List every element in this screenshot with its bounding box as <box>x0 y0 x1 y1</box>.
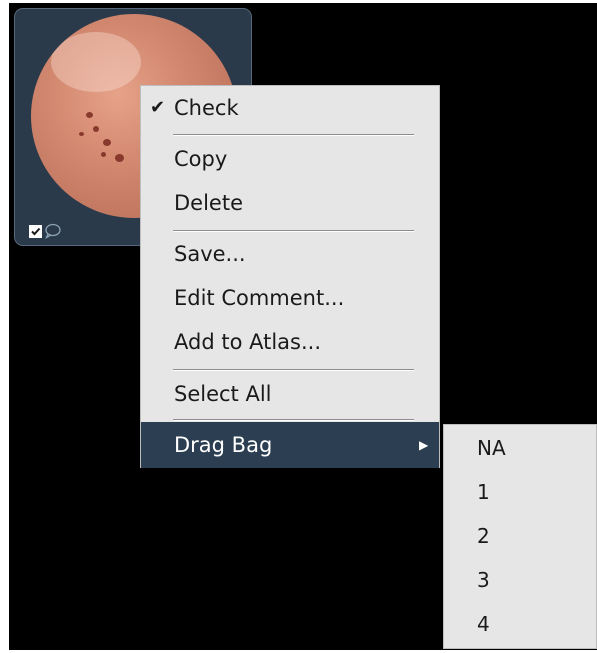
submenu-item-label: NA <box>477 436 506 460</box>
menu-item-label: Add to Atlas... <box>174 330 321 354</box>
comment-bubble-icon[interactable] <box>44 223 62 239</box>
context-menu: ✔ Check Copy Delete Save... Edit Comment… <box>140 85 440 468</box>
menu-item-label: Delete <box>174 191 243 215</box>
menu-item-select-all[interactable]: Select All <box>141 375 439 413</box>
menu-item-copy[interactable]: Copy <box>141 140 439 178</box>
drag-bag-submenu: NA 1 2 3 4 <box>443 424 597 649</box>
menu-item-drag-bag[interactable]: Drag Bag ▶ <box>141 422 439 468</box>
checkmark-icon: ✔ <box>150 97 166 118</box>
menu-item-label: Edit Comment... <box>174 286 345 310</box>
menu-separator <box>173 369 414 371</box>
submenu-item-label: 4 <box>477 612 490 636</box>
submenu-item-1[interactable]: 1 <box>444 470 596 514</box>
menu-item-label: Copy <box>174 147 228 171</box>
menu-separator <box>173 230 414 232</box>
menu-item-label: Save... <box>174 242 246 266</box>
menu-separator <box>173 134 414 136</box>
submenu-item-na[interactable]: NA <box>444 426 596 470</box>
menu-item-delete[interactable]: Delete <box>141 184 439 222</box>
menu-item-check[interactable]: ✔ Check <box>141 89 439 127</box>
submenu-item-label: 1 <box>477 480 490 504</box>
menu-item-label: Drag Bag <box>174 433 273 457</box>
menu-separator <box>173 419 414 421</box>
submenu-item-2[interactable]: 2 <box>444 514 596 558</box>
submenu-arrow-icon: ▶ <box>419 438 429 452</box>
menu-item-add-to-atlas[interactable]: Add to Atlas... <box>141 323 439 361</box>
submenu-item-label: 2 <box>477 524 490 548</box>
menu-item-label: Check <box>174 96 239 120</box>
thumbnail-icons <box>29 222 62 240</box>
menu-item-label: Select All <box>174 382 272 406</box>
menu-item-save[interactable]: Save... <box>141 235 439 273</box>
checkbox-icon[interactable] <box>29 224 42 238</box>
submenu-item-label: 3 <box>477 568 490 592</box>
submenu-item-3[interactable]: 3 <box>444 558 596 602</box>
submenu-item-4[interactable]: 4 <box>444 602 596 646</box>
menu-item-edit-comment[interactable]: Edit Comment... <box>141 279 439 317</box>
